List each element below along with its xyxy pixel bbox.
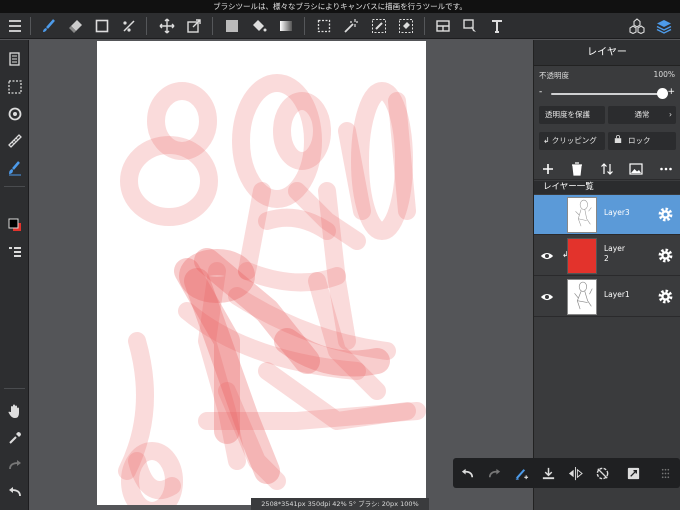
- menu-icon[interactable]: [2, 13, 28, 39]
- tool-hint-text: ブラシツールは、様々なブラシによりキャンバスに描画を行うツールです。: [213, 2, 467, 11]
- pick-icon[interactable]: [457, 13, 483, 39]
- undo-icon[interactable]: [0, 479, 29, 505]
- more-icon[interactable]: [658, 161, 674, 177]
- eye-icon[interactable]: [537, 289, 557, 305]
- materials-icon[interactable]: [624, 13, 650, 39]
- grip-icon[interactable]: [655, 463, 675, 483]
- layer-actions-bar: [534, 158, 680, 180]
- select-rect-icon[interactable]: [311, 13, 337, 39]
- layer-name: Layer1: [604, 290, 630, 299]
- blend-mode-button[interactable]: 通常 ›: [608, 106, 676, 124]
- opacity-knob[interactable]: [656, 88, 668, 99]
- sort-icon[interactable]: [599, 161, 615, 177]
- clipping-button[interactable]: ↲ クリッピング: [539, 132, 605, 150]
- top-toolbar: [0, 13, 680, 39]
- fill-color-icon[interactable]: [219, 13, 245, 39]
- color-swatch[interactable]: [0, 212, 29, 238]
- gear-icon[interactable]: [657, 206, 674, 223]
- drawing-canvas[interactable]: [97, 41, 426, 505]
- layer-list-title: レイヤー一覧: [534, 181, 680, 194]
- fullscreen-icon[interactable]: [623, 463, 643, 483]
- image-icon[interactable]: [628, 161, 644, 177]
- layer-name: Layer3: [604, 208, 630, 217]
- layer-panel: レイヤー 不透明度 100% - + 透明度を保護 通常 › ↲ クリッピング ロッ…: [533, 40, 680, 510]
- panel-title: レイヤー: [534, 40, 680, 66]
- layer-name: Layer 2: [604, 244, 625, 263]
- select-pen-icon[interactable]: [366, 13, 392, 39]
- bucket-icon[interactable]: [246, 13, 272, 39]
- shape-icon[interactable]: [89, 13, 115, 39]
- page-manager-icon[interactable]: [0, 46, 29, 72]
- eye-icon[interactable]: [537, 248, 557, 264]
- canvas-layout-icon[interactable]: [430, 13, 456, 39]
- quick-toolbar: [453, 458, 680, 488]
- ruler-icon[interactable]: [0, 128, 29, 154]
- brush-settings-icon[interactable]: [0, 155, 29, 181]
- eraser-icon[interactable]: [63, 13, 89, 39]
- move-icon[interactable]: [154, 13, 180, 39]
- opacity-row: 不透明度 100%: [539, 70, 675, 82]
- status-text: 2508*3541px 350dpi 42% 5° ブラシ: 20px 100%: [261, 500, 419, 508]
- protect-alpha-label: 透明度を保護: [545, 110, 590, 119]
- redo-icon[interactable]: [0, 452, 29, 478]
- magic-wand-icon[interactable]: [338, 13, 364, 39]
- clear-icon[interactable]: [511, 463, 531, 483]
- tool-hint-bar: ブラシツールは、様々なブラシによりキャンバスに描画を行うツールです。: [0, 0, 680, 13]
- status-bar: 2508*3541px 350dpi 42% 5° ブラシ: 20px 100%: [251, 498, 429, 510]
- layers-icon[interactable]: [651, 13, 677, 39]
- transform-icon[interactable]: [181, 13, 207, 39]
- hand-icon[interactable]: [0, 398, 29, 424]
- text-icon[interactable]: [484, 13, 510, 39]
- gradient-icon[interactable]: [273, 13, 299, 39]
- undo-icon[interactable]: [457, 463, 477, 483]
- flip-icon[interactable]: [565, 463, 585, 483]
- layer-row-layer3[interactable]: Layer3: [534, 195, 680, 235]
- brush-icon[interactable]: [36, 13, 62, 39]
- opacity-plus[interactable]: +: [667, 87, 675, 97]
- opacity-track[interactable]: [551, 93, 661, 95]
- selection-layer-icon[interactable]: [0, 74, 29, 100]
- redo-icon[interactable]: [484, 463, 504, 483]
- protect-alpha-button[interactable]: 透明度を保護: [539, 106, 605, 124]
- opacity-value: 100%: [653, 70, 675, 79]
- gear-icon[interactable]: [657, 288, 674, 305]
- blend-mode-label: 通常: [634, 110, 650, 119]
- gear-icon[interactable]: [657, 247, 674, 264]
- layer-row-layer1[interactable]: Layer1: [534, 277, 680, 317]
- add-layer-icon[interactable]: [540, 161, 556, 177]
- download-icon[interactable]: [538, 463, 558, 483]
- trash-icon[interactable]: [569, 161, 585, 177]
- layer-property-icon[interactable]: [0, 239, 29, 265]
- rotate-icon[interactable]: [592, 463, 612, 483]
- opacity-label: 不透明度: [539, 71, 569, 80]
- left-toolbar: [0, 40, 29, 510]
- blur-icon[interactable]: [116, 13, 142, 39]
- layer-thumbnail: [567, 197, 597, 233]
- snap-icon[interactable]: [0, 101, 29, 127]
- opacity-minus[interactable]: -: [539, 87, 542, 97]
- lock-button[interactable]: ロック: [608, 132, 676, 150]
- lock-icon: [614, 132, 624, 150]
- clipping-icon: ↲: [543, 136, 550, 145]
- sketch-drawing: [118, 74, 426, 505]
- layer-row-layer2[interactable]: ↲ Layer 2: [534, 236, 680, 276]
- layer-thumbnail: [567, 279, 597, 315]
- lock-label: ロック: [628, 136, 651, 145]
- opacity-slider[interactable]: - +: [539, 86, 675, 102]
- select-eraser-icon[interactable]: [393, 13, 419, 39]
- eyedropper-icon[interactable]: [0, 425, 29, 451]
- layer-thumbnail: [567, 238, 597, 274]
- clipping-label: クリッピング: [551, 136, 597, 145]
- chevron-right-icon: ›: [669, 110, 672, 119]
